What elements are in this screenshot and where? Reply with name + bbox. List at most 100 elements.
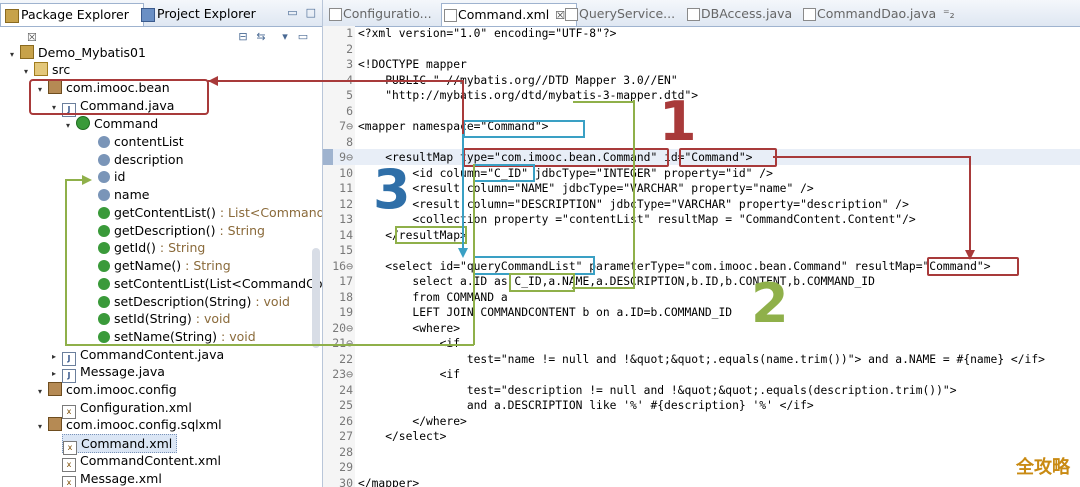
tree-item-src[interactable]: ▾ src	[24, 61, 70, 78]
code-line[interactable]: <id column="C_ID" jdbcType="INTEGER" pro…	[358, 166, 772, 181]
tree-item-package-bean[interactable]: ▾ com.imooc.bean	[38, 79, 170, 96]
expand-icon[interactable]: ▾	[38, 418, 48, 435]
expand-icon[interactable]: ▸	[52, 365, 62, 382]
link-editor-icon[interactable]: ⇆	[254, 30, 268, 44]
tree-item-commandcontent-xml[interactable]: x CommandContent.xml	[62, 452, 221, 472]
tree-item-commandcontent-java[interactable]: ▸ J CommandContent.java	[52, 346, 224, 366]
code-line[interactable]: PUBLIC "-//mybatis.org//DTD Mapper 3.0//…	[358, 73, 677, 88]
code-line[interactable]: LEFT JOIN COMMANDCONTENT b on a.ID=b.COM…	[358, 305, 732, 320]
java-file-icon	[803, 8, 816, 21]
code-line[interactable]: <result column="NAME" jdbcType="VARCHAR"…	[358, 181, 813, 196]
tree-item-command-class[interactable]: ▾ Command	[66, 115, 158, 132]
tree-item-label: setId(String)	[114, 311, 192, 326]
tab-commanddao-java[interactable]: CommandDao.java	[801, 3, 936, 25]
tree-item-label: description	[114, 152, 184, 167]
tab-package-explorer[interactable]: Package Explorer ☒	[0, 3, 144, 44]
package-icon	[48, 80, 62, 94]
line-number: 4	[346, 72, 353, 87]
tab-command-xml[interactable]: Command.xml ☒	[441, 3, 577, 26]
view-menu-icon[interactable]: ▾	[278, 30, 292, 44]
code-line[interactable]: <if	[358, 336, 460, 351]
line-number: 1	[346, 26, 353, 40]
tree-item-field[interactable]: id	[96, 168, 125, 185]
tree-item-configuration-xml[interactable]: x Configuration.xml	[62, 399, 192, 419]
code-line[interactable]: and a.DESCRIPTION like '%' #{description…	[358, 398, 814, 413]
watermark-logo: 全攻略	[1012, 451, 1074, 481]
code-line[interactable]: select a.ID as C_ID,a.NAME,a.DESCRIPTION…	[358, 274, 875, 289]
tab-project-explorer[interactable]: Project Explorer	[137, 3, 260, 25]
code-line[interactable]: test="name != null and !&quot;&quot;.equ…	[358, 352, 1045, 367]
code-line[interactable]: </select>	[358, 429, 446, 444]
code-line[interactable]: <?xml version="1.0" encoding="UTF-8"?>	[358, 26, 616, 41]
tree-item-field[interactable]: name	[96, 186, 149, 203]
tree-item-label: com.imooc.bean	[66, 80, 170, 95]
line-number: 24	[339, 382, 353, 397]
tab-configuration-xml[interactable]: Configuratio...	[327, 3, 432, 25]
code-line[interactable]: from COMMAND a	[358, 290, 507, 305]
code-line[interactable]: <select id="queryCommandList" parameterT…	[358, 259, 990, 274]
code-line[interactable]: <result column="DESCRIPTION" jdbcType="V…	[358, 197, 909, 212]
line-number: 30	[339, 475, 353, 487]
tab-dbaccess-java[interactable]: DBAccess.java	[685, 3, 792, 25]
field-icon	[98, 171, 110, 183]
package-icon	[48, 417, 62, 431]
minimize-view-icon[interactable]: ▭	[296, 30, 310, 44]
tree-item-label: com.imooc.config	[66, 382, 177, 397]
line-number: 6	[346, 103, 353, 118]
tree-item-method[interactable]: setContentList(List<CommandCo	[96, 275, 322, 292]
java-file-icon	[565, 8, 578, 21]
expand-icon[interactable]: ▾	[38, 81, 48, 98]
tree-item-package-config[interactable]: ▾ com.imooc.config	[38, 381, 177, 398]
tree-item-label: setName(String)	[114, 329, 218, 344]
expand-icon[interactable]: ▾	[24, 63, 34, 80]
tree-item-label: Configuration.xml	[80, 400, 192, 415]
tree-item-method[interactable]: setId(String) : void	[96, 310, 230, 327]
tree-item-command-java[interactable]: ▾ J Command.java	[52, 97, 174, 117]
tree-item-method[interactable]: getDescription() : String	[96, 222, 265, 239]
tab-label: DBAccess.java	[701, 6, 793, 21]
method-icon	[98, 331, 110, 343]
expand-icon[interactable]: ▾	[52, 99, 62, 116]
tree-item-method[interactable]: getContentList() : List<Command	[96, 204, 322, 221]
line-number: 8	[346, 134, 353, 149]
tree-item-label: setDescription(String)	[114, 294, 252, 309]
tree-item-method[interactable]: getId() : String	[96, 239, 205, 256]
code-line[interactable]: test="description != null and !&quot;&qu…	[358, 383, 957, 398]
tree-item-label: getContentList()	[114, 205, 216, 220]
expand-icon[interactable]: ▾	[10, 46, 20, 63]
tree-item-message-java[interactable]: ▸ J Message.java	[52, 363, 165, 383]
return-type: : String	[181, 258, 231, 273]
tree-item-message-xml[interactable]: x Message.xml	[62, 470, 162, 487]
expand-icon[interactable]: ▾	[66, 117, 76, 134]
line-number: 2	[346, 41, 353, 56]
vertical-scrollbar[interactable]	[312, 248, 320, 348]
tree-item-method[interactable]: getName() : String	[96, 257, 231, 274]
code-line[interactable]: <if	[358, 367, 460, 382]
field-icon	[98, 136, 110, 148]
code-line[interactable]: </where>	[358, 414, 466, 429]
code-line[interactable]: <!DOCTYPE mapper	[358, 57, 467, 72]
maximize-icon[interactable]: □	[306, 6, 316, 19]
editor-tab-bar: Configuratio... Command.xml ☒ QueryServic…	[323, 0, 1080, 27]
code-line[interactable]: </mapper>	[358, 476, 419, 487]
expand-icon[interactable]: ▾	[38, 383, 48, 400]
line-number: 27	[339, 429, 353, 443]
tree-item-field[interactable]: description	[96, 151, 184, 168]
tree-item-project[interactable]: ▾ Demo_Mybatis01	[10, 44, 146, 61]
tab-label: Configuratio...	[343, 6, 432, 21]
tree-item-label: id	[114, 169, 126, 184]
more-tabs-button[interactable]: ⁼₂	[943, 3, 955, 25]
code-line[interactable]: <where>	[358, 321, 460, 336]
code-line[interactable]: "http://mybatis.org/dtd/mybatis-3-mapper…	[358, 88, 698, 103]
return-type: : void	[251, 294, 290, 309]
code-line[interactable]: <collection property ="contentList" resu…	[358, 212, 915, 227]
collapse-all-icon[interactable]: ⊟	[236, 30, 250, 44]
annotation-number-1: 1	[659, 90, 697, 153]
tree-item-method[interactable]: setName(String) : void	[96, 328, 256, 345]
tab-queryservice[interactable]: QueryService...	[563, 3, 675, 25]
tree-item-method[interactable]: setDescription(String) : void	[96, 293, 290, 310]
tree-item-command-xml[interactable]: x Command.xml	[62, 434, 178, 455]
tree-item-package-sqlxml[interactable]: ▾ com.imooc.config.sqlxml	[38, 416, 222, 433]
tree-item-field[interactable]: contentList	[96, 133, 184, 150]
minimize-icon[interactable]: ▭	[287, 6, 297, 19]
